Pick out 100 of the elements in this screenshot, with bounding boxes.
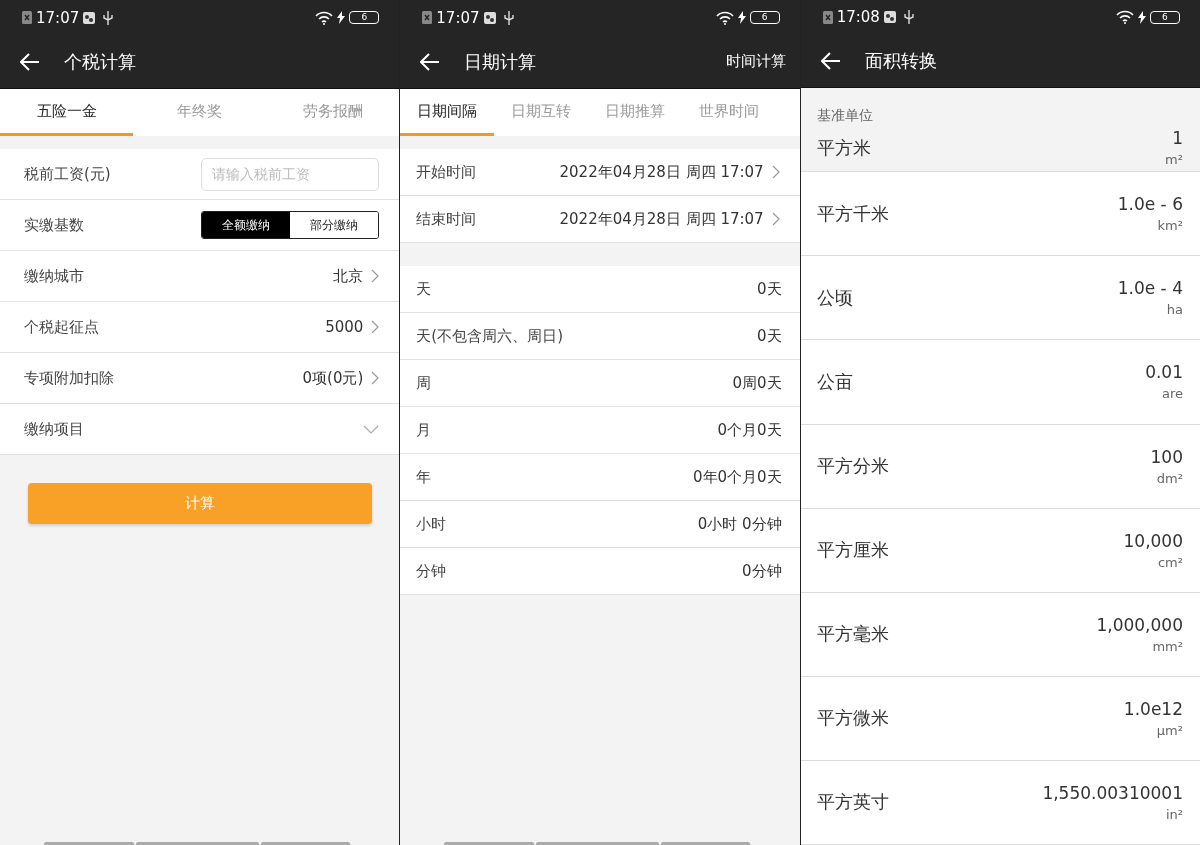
unit-name: 平方微米 [816,706,889,731]
notification-icon [883,11,896,24]
result-label: 年 [416,467,432,487]
unit-value: 1,000,000 [1096,614,1183,635]
battery-icon: 6 [749,11,780,24]
unit-row[interactable]: 平方千米 1.0e - 6 km² [800,172,1200,257]
tab[interactable]: 五险一金 [0,89,134,136]
result-value: 0天 [757,279,782,299]
unit-symbol: in² [1165,807,1183,822]
unit-name: 公顷 [816,285,853,310]
tab[interactable]: 日期间隔 [400,89,495,136]
notification-icon [483,11,496,24]
field-value[interactable]: 5000 [325,318,364,336]
unit-name: 平方千米 [816,201,889,226]
status-time: 17:07 [436,8,480,27]
usb-icon [103,10,114,25]
result-label: 小时 [416,514,447,534]
unit-name: 平方英寸 [816,790,889,815]
result-value: 0个月0天 [717,420,782,440]
unit-row[interactable]: 平方微米 1.0e12 µm² [800,676,1200,761]
unit-symbol: mm² [1152,638,1183,654]
unit-name: 平方厘米 [816,538,889,563]
wifi-icon [1116,10,1134,25]
result-label: 周 [416,373,432,393]
unit-symbol: km² [1157,218,1183,234]
unit-row[interactable]: 公亩 0.01 are [800,340,1200,425]
back-arrow-icon[interactable] [820,51,841,70]
unit-row[interactable]: 平方分米 100 dm² [800,424,1200,509]
section-header: 基准单位 [815,105,874,125]
usb-icon [903,10,914,25]
sim-icon [822,10,833,24]
chevron-right-icon [371,320,380,334]
result-value: 0年0个月0天 [693,467,782,487]
unit-symbol: cm² [1157,554,1183,570]
charging-icon [1138,10,1146,24]
unit-symbol: are [1161,386,1183,402]
unit-name: 平方分米 [816,454,889,479]
unit-symbol: m² [1165,152,1183,168]
usb-icon [503,10,514,25]
result-value: 0天 [757,326,782,346]
field-label: 实缴基数 [24,215,84,235]
unit-name: 公亩 [816,369,853,394]
status-time: 17:07 [36,8,80,27]
charging-icon [737,11,746,24]
unit-value: 1.0e - 4 [1117,278,1183,299]
chevron-right-icon [371,269,380,283]
field-label: 专项附加扣除 [24,368,114,388]
sim-icon [422,11,433,24]
screen-title: 个税计算 [64,49,136,74]
battery-icon: 6 [1150,10,1180,24]
unit-row[interactable]: 公顷 1.0e - 4 ha [800,256,1200,341]
result-label: 天(不包含周六、周日) [416,326,564,346]
unit-value: 0.01 [1145,362,1183,383]
unit-value: 1.0e12 [1123,698,1183,719]
date-value[interactable]: 2022年04月28日 周四 17:07 [559,209,764,229]
result-value: 0小时 0分钟 [697,514,782,534]
unit-value: 10,000 [1123,530,1183,551]
chevron-right-icon [371,371,380,385]
wifi-icon [315,10,334,25]
unit-value: 1.0e - 6 [1117,194,1183,215]
unit-name: 平方毫米 [816,622,889,647]
unit-row[interactable]: 平方厘米 10,000 cm² [800,508,1200,593]
field-value[interactable]: 0项(0元) [302,368,364,388]
screen-title: 日期计算 [464,49,537,74]
unit-symbol: ha [1166,302,1183,318]
charging-icon [337,11,346,24]
result-label: 天 [416,279,432,299]
unit-value: 100 [1150,446,1183,467]
time-calc-link[interactable]: 时间计算 [725,52,786,71]
status-time: 17:08 [836,8,880,27]
wifi-icon [715,10,734,25]
segment-option[interactable]: 全额缴纳 [202,212,291,238]
notification-icon [83,11,96,24]
field-value[interactable]: 北京 [333,266,364,286]
field-label: 缴纳项目 [24,419,84,439]
unit-name: 平方米 [816,135,871,160]
field-label: 结束时间 [416,209,477,229]
result-value: 0周0天 [732,373,782,393]
unit-symbol: µm² [1156,722,1183,738]
chevron-right-icon [771,212,780,226]
screen-title: 面积转换 [864,48,937,73]
battery-icon: 6 [349,11,380,24]
field-label: 缴纳城市 [24,266,84,286]
field-label: 开始时间 [416,162,477,182]
unit-value: 1 [1172,128,1183,149]
chevron-right-icon [771,165,780,179]
result-value: 0分钟 [742,561,782,581]
field-label: 个税起征点 [24,317,99,337]
salary-input[interactable]: 请输入税前工资 [201,157,380,191]
unit-symbol: dm² [1156,470,1183,486]
result-label: 分钟 [416,561,447,581]
field-label: 税前工资(元) [24,164,111,184]
result-label: 月 [416,420,432,440]
unit-row[interactable]: 平方英寸 1,550.00310001 in² [800,760,1200,845]
sim-icon [22,11,32,24]
date-value[interactable]: 2022年04月28日 周四 17:07 [559,162,764,182]
back-arrow-icon[interactable] [420,52,441,71]
unit-value: 1,550.00310001 [1042,783,1183,803]
back-arrow-icon[interactable] [20,52,40,71]
unit-row[interactable]: 平方毫米 1,000,000 mm² [800,592,1200,677]
